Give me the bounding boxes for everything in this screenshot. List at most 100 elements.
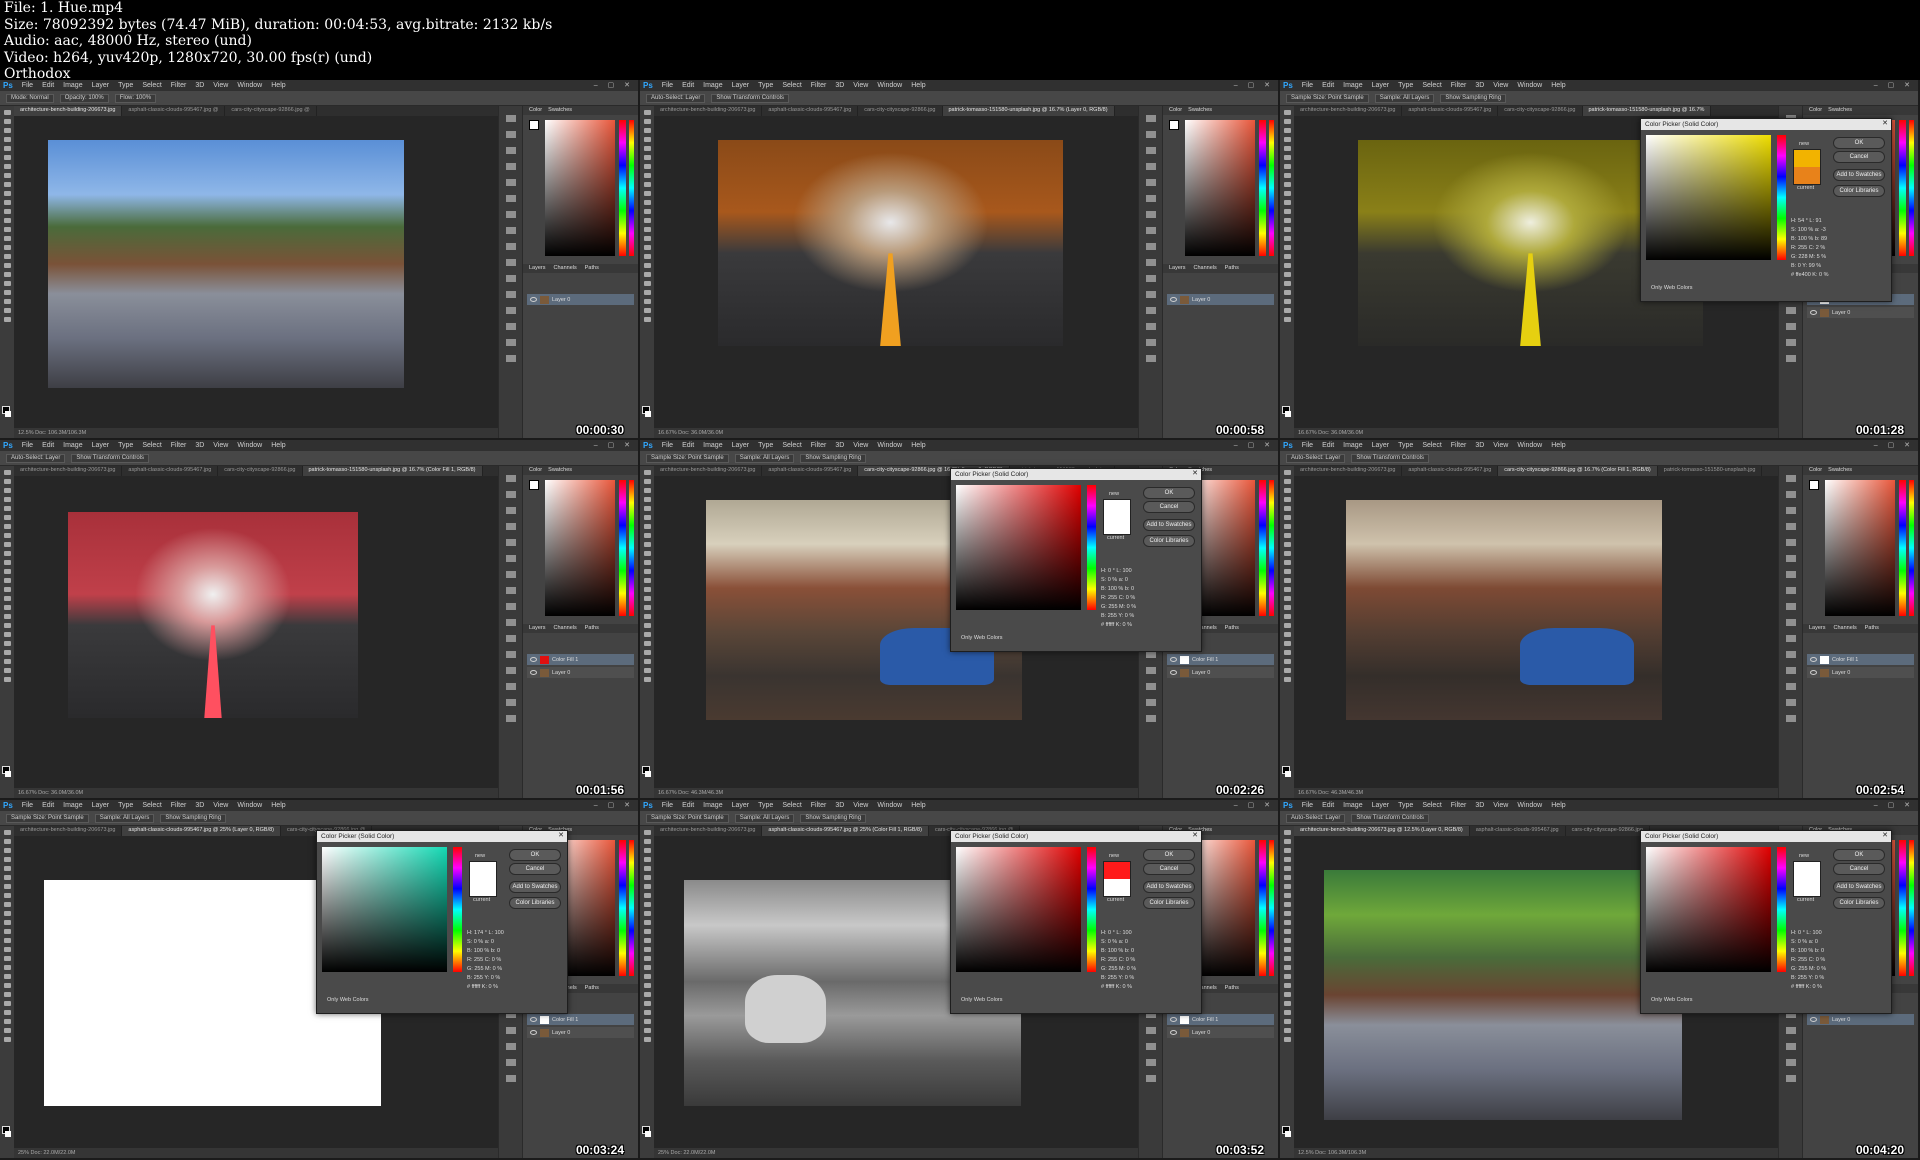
window-controls[interactable]: – ▢ ✕ <box>1874 441 1914 449</box>
tool-icon[interactable] <box>643 578 651 583</box>
tool-icon[interactable] <box>1283 911 1291 916</box>
panel-tab[interactable]: Paths <box>1225 624 1239 633</box>
hue-slider[interactable] <box>1899 120 1906 256</box>
panel-icon[interactable] <box>1146 1059 1156 1066</box>
tool-icon[interactable] <box>1283 857 1291 862</box>
cancel-button[interactable]: Cancel <box>1143 863 1195 875</box>
panel-icon[interactable] <box>1786 1059 1796 1066</box>
color-panel-swatch[interactable] <box>529 480 539 490</box>
tool-icon[interactable] <box>3 875 11 880</box>
spectrum-bar[interactable] <box>1269 480 1274 616</box>
tool-icon[interactable] <box>643 1037 651 1042</box>
panel-icon[interactable] <box>1786 507 1796 514</box>
menu-item[interactable]: View <box>213 82 228 89</box>
panel-icon[interactable] <box>506 1059 516 1066</box>
layer-row[interactable]: Color Fill 1 <box>1167 654 1274 665</box>
tool-option[interactable]: Auto-Select: Layer <box>646 93 706 103</box>
tool-icon[interactable] <box>3 245 11 250</box>
background-swatch[interactable] <box>5 411 11 417</box>
spectrum-bar[interactable] <box>1269 120 1274 256</box>
background-swatch[interactable] <box>645 1131 651 1137</box>
menu-item[interactable]: Window <box>877 802 902 809</box>
current-color-swatch[interactable] <box>1794 167 1820 184</box>
tool-icon[interactable] <box>1283 587 1291 592</box>
color-panel-swatch[interactable] <box>529 120 539 130</box>
document-tab[interactable]: cars-city-cityscape-92866.jpg <box>218 466 303 476</box>
tool-icon[interactable] <box>3 533 11 538</box>
menu-item[interactable]: Filter <box>171 82 187 89</box>
color-value-row[interactable]: # ffffff K: 0 % <box>1101 621 1196 630</box>
tool-icon[interactable] <box>3 677 11 682</box>
tool-icon[interactable] <box>1283 299 1291 304</box>
layer-row[interactable]: Layer 0 <box>1167 1027 1274 1038</box>
tool-icon[interactable] <box>643 569 651 574</box>
panel-icon[interactable] <box>506 227 516 234</box>
tool-icon[interactable] <box>643 920 651 925</box>
color-value-row[interactable]: R: 255 C: 0 % <box>467 956 562 965</box>
menu-item[interactable]: File <box>22 802 33 809</box>
color-value-row[interactable]: B: 255 Y: 0 % <box>1101 974 1196 983</box>
panel-icon[interactable] <box>506 699 516 706</box>
hue-slider[interactable] <box>1777 135 1786 260</box>
tool-icon[interactable] <box>1283 596 1291 601</box>
panel-icon[interactable] <box>1786 523 1796 530</box>
panel-icon[interactable] <box>506 1043 516 1050</box>
tool-icon[interactable] <box>643 281 651 286</box>
color-value-row[interactable]: # ffffff K: 0 % <box>1101 983 1196 992</box>
panel-tab[interactable]: Color <box>1809 106 1822 115</box>
panel-icon[interactable] <box>1146 307 1156 314</box>
tool-icon[interactable] <box>643 884 651 889</box>
tool-icon[interactable] <box>1283 929 1291 934</box>
menu-item[interactable]: Select <box>782 442 801 449</box>
tool-icon[interactable] <box>643 200 651 205</box>
tool-icon[interactable] <box>3 641 11 646</box>
menu-item[interactable]: Type <box>118 442 133 449</box>
tool-icon[interactable] <box>643 506 651 511</box>
panel-tab[interactable]: Paths <box>585 984 599 993</box>
color-value-row[interactable]: H: 0 ° L: 100 <box>1101 929 1196 938</box>
panel-icon[interactable] <box>506 195 516 202</box>
menu-item[interactable]: View <box>213 442 228 449</box>
add-to-swatches-button[interactable]: Add to Swatches <box>509 881 561 893</box>
color-value-row[interactable]: H: 0 ° L: 100 <box>1101 567 1196 576</box>
menu-item[interactable]: File <box>22 82 33 89</box>
panel-icon[interactable] <box>506 323 516 330</box>
menu-item[interactable]: Window <box>1517 82 1542 89</box>
panel-icon[interactable] <box>1786 683 1796 690</box>
panel-icon[interactable] <box>1786 715 1796 722</box>
menu-item[interactable]: 3D <box>835 802 844 809</box>
menu-item[interactable]: File <box>1302 802 1313 809</box>
tool-icon[interactable] <box>1283 317 1291 322</box>
panel-icon[interactable] <box>1786 1075 1796 1082</box>
menu-item[interactable]: Image <box>703 802 722 809</box>
tool-icon[interactable] <box>1283 290 1291 295</box>
saturation-brightness-field[interactable] <box>956 485 1081 610</box>
menu-item[interactable]: Help <box>1551 442 1565 449</box>
saturation-brightness-field[interactable] <box>322 847 447 972</box>
menu-item[interactable]: Filter <box>1451 82 1467 89</box>
tool-icon[interactable] <box>3 1037 11 1042</box>
layer-row[interactable]: Layer 0 <box>1807 667 1914 678</box>
spectrum-bar[interactable] <box>1909 120 1914 256</box>
tool-icon[interactable] <box>643 848 651 853</box>
tool-icon[interactable] <box>3 659 11 664</box>
color-value-row[interactable]: B: 255 Y: 0 % <box>467 974 562 983</box>
tool-icon[interactable] <box>3 551 11 556</box>
document-tab[interactable]: architecture-bench-building-206673.jpg <box>14 106 123 116</box>
panel-icon[interactable] <box>1786 339 1796 346</box>
tool-icon[interactable] <box>1283 623 1291 628</box>
tool-icon[interactable] <box>643 650 651 655</box>
panel-icon[interactable] <box>1146 699 1156 706</box>
background-swatch[interactable] <box>645 771 651 777</box>
eye-icon[interactable] <box>1170 297 1177 302</box>
tool-icon[interactable] <box>3 578 11 583</box>
tool-icon[interactable] <box>643 1019 651 1024</box>
hue-slider[interactable] <box>1259 480 1266 616</box>
tool-icon[interactable] <box>1283 542 1291 547</box>
menu-item[interactable]: Edit <box>1322 442 1334 449</box>
hue-slider[interactable] <box>1899 840 1906 976</box>
color-panel-swatch[interactable] <box>1809 480 1819 490</box>
tool-icon[interactable] <box>3 893 11 898</box>
window-controls[interactable]: – ▢ ✕ <box>1234 441 1274 449</box>
color-value-row[interactable]: G: 255 M: 0 % <box>467 965 562 974</box>
